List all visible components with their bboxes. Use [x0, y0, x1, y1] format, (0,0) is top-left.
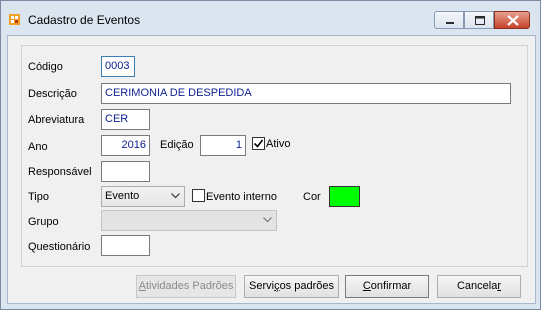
grupo-dropdown[interactable] — [101, 210, 277, 231]
evento-interno-label: Evento interno — [206, 191, 277, 203]
codigo-field[interactable]: 0003 — [101, 56, 135, 77]
tipo-dropdown[interactable]: Evento — [101, 186, 185, 207]
app-icon — [9, 14, 20, 25]
descricao-field[interactable]: CERIMONIA DE DESPEDIDA — [101, 83, 511, 104]
maximize-icon — [475, 16, 485, 25]
servicos-padroes-label: Servi — [249, 280, 275, 292]
cancelar-button[interactable]: Cancelar — [437, 275, 521, 298]
ano-field[interactable]: 2016 — [101, 135, 150, 156]
chevron-down-icon — [171, 193, 180, 199]
servicos-padroes-label-rest: os padrões — [279, 280, 334, 292]
responsavel-field[interactable] — [101, 161, 150, 182]
cancelar-label: Cancela — [456, 280, 498, 292]
ativo-label: Ativo — [266, 138, 291, 150]
edicao-field[interactable]: 1 — [200, 135, 246, 156]
checkmark-icon — [253, 139, 264, 148]
tipo-label: Tipo — [28, 191, 49, 203]
form-group-box — [21, 45, 528, 267]
atividades-padroes-label: tividades Padrões — [145, 280, 234, 292]
questionario-field[interactable] — [101, 235, 150, 256]
evento-interno-checkbox[interactable] — [192, 189, 205, 202]
tipo-selected-value: Evento — [105, 190, 140, 202]
window-title: Cadastro de Eventos — [28, 13, 141, 27]
atividades-padroes-hotkey: A — [138, 280, 146, 292]
descricao-label: Descrição — [28, 88, 77, 100]
close-button[interactable] — [494, 11, 530, 29]
chevron-down-icon — [263, 217, 272, 223]
grupo-label: Grupo — [28, 216, 59, 228]
close-icon — [507, 15, 519, 26]
cancelar-hotkey: r — [497, 280, 502, 292]
edicao-label: Edição — [160, 139, 194, 151]
abreviatura-field[interactable]: CER — [101, 109, 150, 130]
ativo-checkbox[interactable] — [252, 137, 265, 150]
ano-label: Ano — [28, 141, 48, 153]
title-bar[interactable]: Cadastro de Eventos — [1, 1, 540, 37]
window-controls — [434, 11, 530, 29]
abreviatura-label: Abreviatura — [28, 114, 85, 126]
form-client-area: Código 0003 Descrição CERIMONIA DE DESPE… — [7, 35, 536, 304]
cor-label: Cor — [303, 191, 321, 203]
responsavel-label: Responsável — [28, 166, 92, 178]
minimize-button[interactable] — [434, 11, 464, 29]
confirmar-hotkey: C — [362, 280, 371, 292]
atividades-padroes-button[interactable]: Atividades Padrões — [136, 275, 236, 298]
event-registration-window: Cadastro de Eventos Código 0003 Descriçã… — [0, 0, 541, 310]
servicos-padroes-button[interactable]: Serviços padrões — [244, 275, 339, 298]
codigo-label: Código — [28, 61, 63, 73]
confirmar-label: onfirmar — [370, 280, 412, 292]
questionario-label: Questionário — [28, 241, 91, 253]
confirmar-button[interactable]: Confirmar — [345, 275, 429, 298]
minimize-icon — [446, 22, 454, 24]
color-picker[interactable] — [329, 186, 360, 207]
maximize-button[interactable] — [464, 11, 494, 29]
